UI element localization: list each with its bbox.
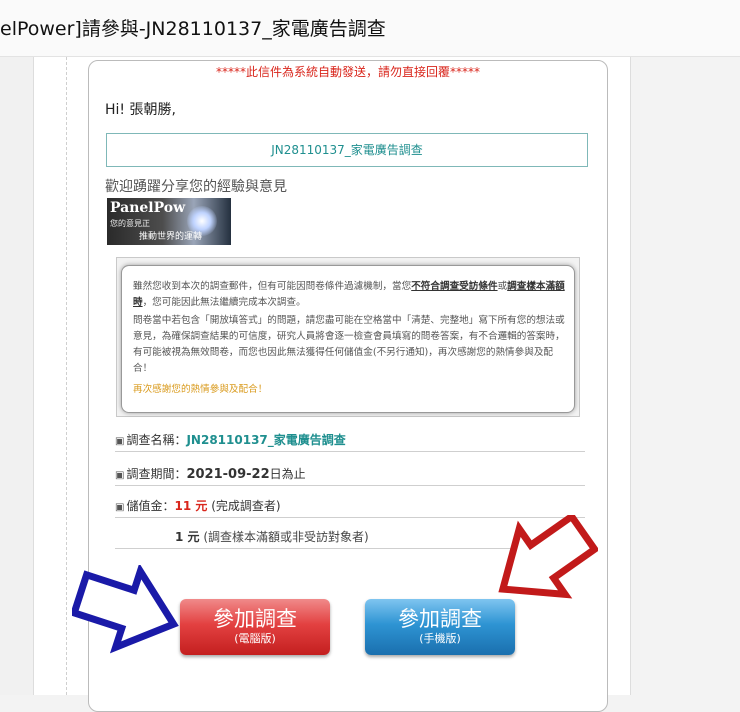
detail-value: 2021-09-22 [186,467,270,482]
notice-text: ，您可能因此無法繼續完成本次調查。 [142,297,306,308]
notice-panel: 雖然您收到本次的調查郵件，但有可能因問卷條件過濾機制，當您不符合調查受訪條件或調… [116,257,580,417]
notice-text: 或 [497,281,508,292]
dotted-guide-line [66,57,67,695]
detail-note: (完成調查者) [211,499,281,513]
consolation-value: 1 元 [175,530,200,544]
detail-label: 調查期間： [126,467,187,481]
detail-survey-name: ▣ 調查名稱：JN28110137_家電廣告調查 [115,429,585,452]
consolation-note: (調查樣本滿額或非受訪對象者) [203,530,369,544]
greeting: Hi! 張朝勝, [105,102,176,118]
bullet-icon: ▣ [115,502,125,513]
join-survey-mobile-sublabel: (手機版) [419,632,461,645]
notice-paragraph-2: 問卷當中若包含「開放填答式」的問題，請您盡可能在空格當中「清楚、完整地」寫下所有… [133,315,565,374]
detail-suffix: 日為止 [269,467,306,481]
bullet-icon: ▣ [115,436,125,447]
window-titlebar: elPower]請參與-JN28110137_家電廣告調查 [0,0,740,57]
window-title: elPower]請參與-JN28110137_家電廣告調查 [0,18,386,40]
system-note: *****此信件為系統自動發送，請勿直接回覆***** [215,65,480,79]
detail-survey-period: ▣ 調查期間：2021-09-22日為止 [115,463,585,486]
notice-paragraph-1: 雖然您收到本次的調查郵件，但有可能因問卷條件過濾機制，當您不符合調查受訪條件或調… [133,279,565,311]
survey-title-box: JN28110137_家電廣告調查 [106,133,588,167]
notice-emphasis-condition: 不符合調查受訪條件 [411,281,498,292]
logo-tagline-2: 推動世界的運轉 [139,232,203,242]
logo-tagline-1: 您的意見正 [110,219,150,228]
notice-thanks: 再次感謝您的熱情參與及配合！ [133,384,268,395]
notice-card: 雖然您收到本次的調查郵件，但有可能因問卷條件過濾機制，當您不符合調查受訪條件或調… [121,265,575,413]
left-margin [0,57,33,695]
detail-value: 11 元 [174,499,208,513]
join-survey-pc-sublabel: (電腦版) [234,632,276,645]
detail-label: 儲值金： [126,499,175,513]
blue-arrow-icon [72,565,179,654]
notice-text: 雖然您收到本次的調查郵件，但有可能因問卷條件過濾機制，當您 [133,281,412,292]
bullet-icon: ▣ [115,470,125,481]
panelpower-logo: PanelPow 您的意見正 推動世界的運轉 [107,198,231,245]
logo-brand: PanelPow [110,200,186,216]
welcome-text: 歡迎踴躍分享您的經驗與意見 [105,179,287,195]
detail-value: JN28110137_家電廣告調查 [186,433,346,447]
join-survey-pc-button[interactable]: 參加調查 (電腦版) [180,599,330,655]
join-survey-pc-label: 參加調查 [213,607,297,631]
detail-label: 調查名稱： [126,433,187,447]
red-arrow-icon [498,515,598,599]
